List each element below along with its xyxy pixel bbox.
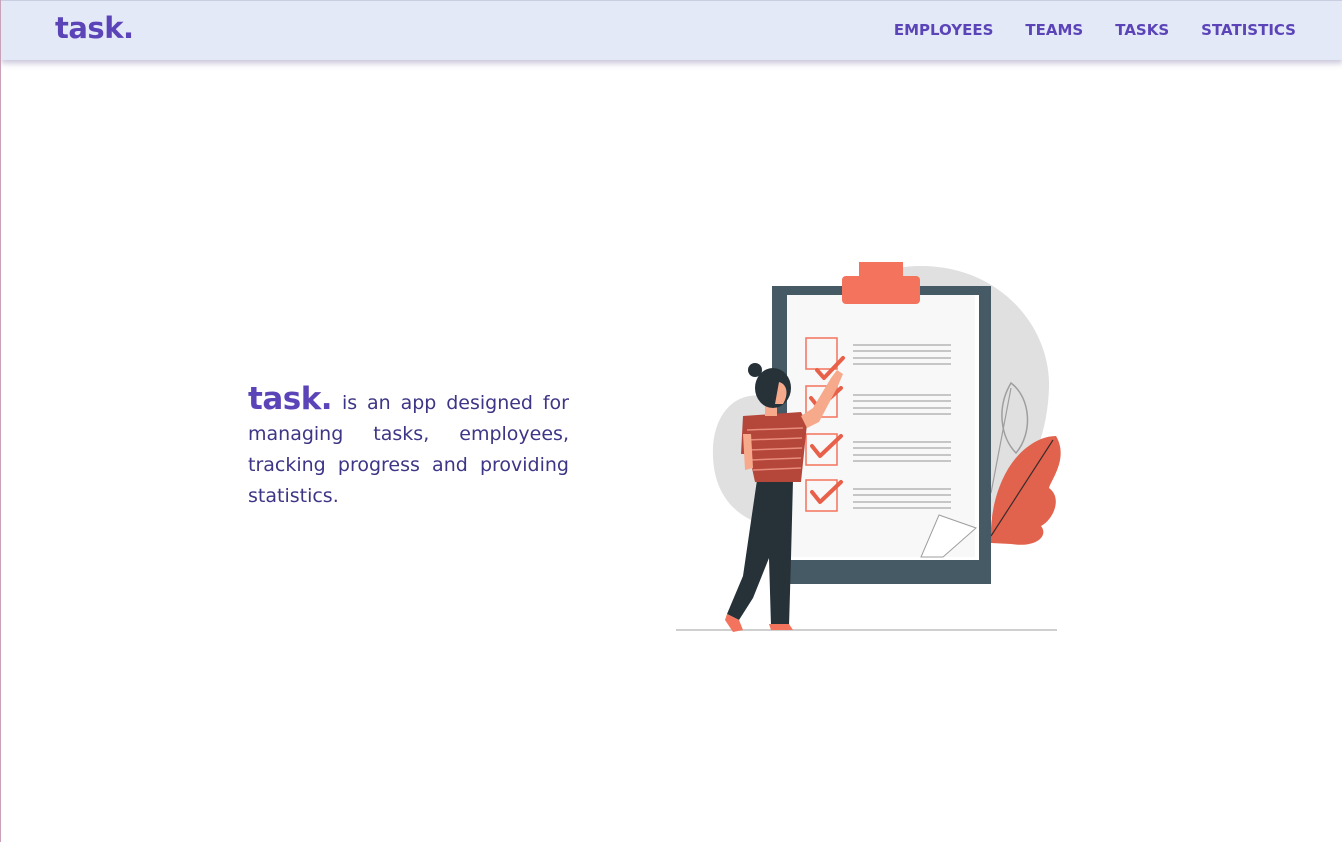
nav-link-employees[interactable]: EMPLOYEES xyxy=(894,21,994,39)
hero-brand: task. xyxy=(248,381,333,417)
checklist-illustration-icon xyxy=(671,258,1071,638)
logo[interactable]: task. xyxy=(55,11,134,45)
nav-link-teams[interactable]: TEAMS xyxy=(1025,21,1083,39)
nav-links: EMPLOYEES TEAMS TASKS STATISTICS xyxy=(894,21,1296,39)
page: task. EMPLOYEES TEAMS TASKS STATISTICS t… xyxy=(0,0,1342,842)
hero-description: task. is an app designed for managing ta… xyxy=(248,384,569,512)
nav-link-tasks[interactable]: TASKS xyxy=(1115,21,1169,39)
nav-link-statistics[interactable]: STATISTICS xyxy=(1201,21,1296,39)
navbar: task. EMPLOYEES TEAMS TASKS STATISTICS xyxy=(1,0,1342,60)
